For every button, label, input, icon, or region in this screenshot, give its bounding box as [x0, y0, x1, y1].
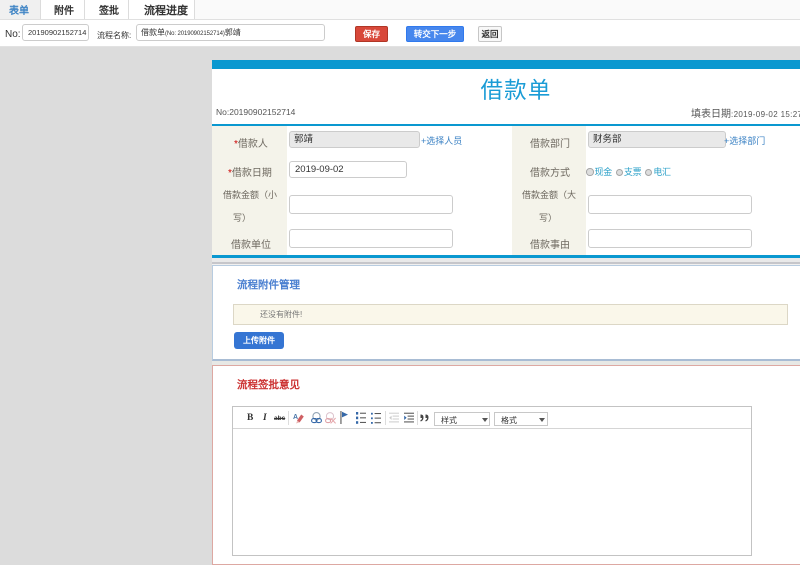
svg-text:A: A: [293, 414, 298, 421]
